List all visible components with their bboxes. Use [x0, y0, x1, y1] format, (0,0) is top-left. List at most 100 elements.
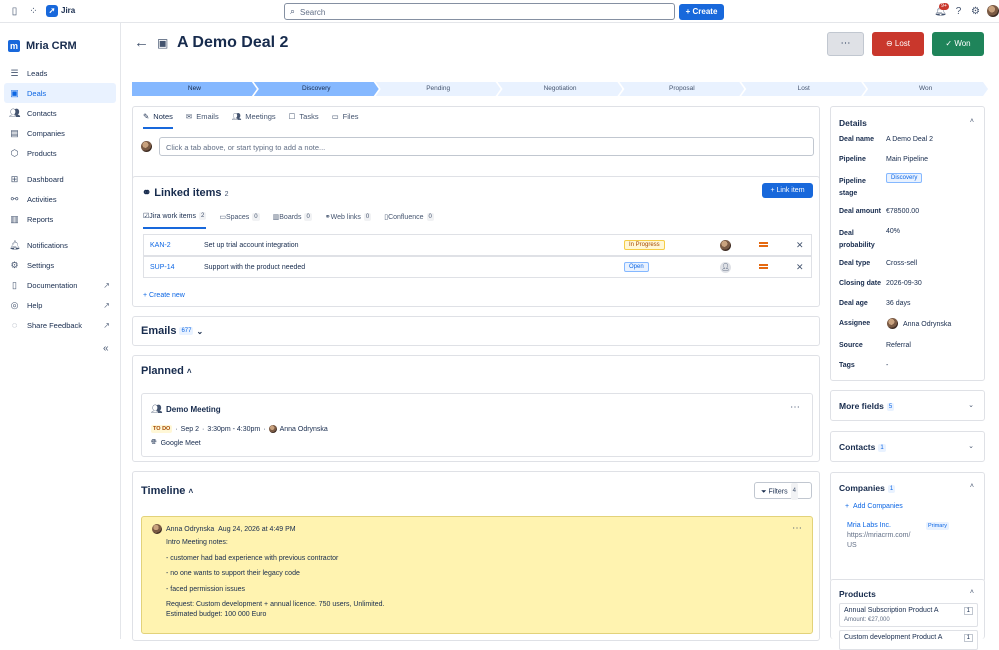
- create-button[interactable]: + Create: [679, 4, 724, 20]
- brand[interactable]: m Mria CRM: [8, 40, 77, 52]
- back-arrow-icon[interactable]: ←: [134, 34, 149, 51]
- more-actions-button[interactable]: ⋯: [827, 32, 864, 56]
- note-input[interactable]: Click a tab above, or start typing to ad…: [159, 137, 814, 156]
- won-button[interactable]: ✓ Won: [932, 32, 984, 56]
- table-row[interactable]: SUP-14 Support with the product needed O…: [143, 256, 812, 278]
- close-icon[interactable]: ✕: [796, 262, 804, 273]
- meeting-item[interactable]: 👥︎ Demo Meeting ⋯ TO DO · Sep 2 · 3:30pm -…: [141, 393, 813, 457]
- field-value[interactable]: -: [886, 362, 888, 369]
- chevron-down-icon[interactable]: ⌄: [197, 327, 204, 336]
- close-icon[interactable]: ✕: [796, 240, 804, 251]
- work-item-key[interactable]: SUP-14: [144, 264, 204, 271]
- filters-button[interactable]: ⏷ Filters 4: [754, 482, 812, 500]
- sidebar-item-label: Settings: [27, 260, 55, 270]
- avatar: [268, 425, 277, 433]
- stage-proposal[interactable]: Proposal: [619, 82, 744, 96]
- list-item[interactable]: Annual Subscription Product A Amount: €2…: [839, 603, 978, 627]
- field-label: Deal probability: [839, 230, 875, 249]
- create-new-link[interactable]: + Create new: [143, 292, 185, 299]
- tab-tasks[interactable]: ☐ Tasks: [289, 112, 319, 129]
- tab-jira-work-items[interactable]: ☑ Jira work items 2: [143, 212, 207, 229]
- field-value[interactable]: 36 days: [886, 300, 911, 307]
- planned-title: Planned: [141, 365, 184, 377]
- sidebar-item-help[interactable]: ◎ Help ↗: [4, 295, 116, 315]
- tab-notes[interactable]: ✎ Notes: [143, 112, 173, 129]
- sidebar-item-products[interactable]: ⬡ Products: [4, 143, 116, 163]
- stage-negotiation[interactable]: Negotiation: [498, 82, 623, 96]
- chevron-down-icon[interactable]: ⌄: [968, 401, 974, 409]
- field-value[interactable]: 40%: [886, 228, 900, 235]
- filters-label: Filters: [768, 488, 788, 496]
- field-label: Pipeline: [839, 156, 866, 163]
- sidebar-item-deals[interactable]: ▣ Deals: [4, 83, 116, 103]
- sidebar-item-dashboard[interactable]: ⊞ Dashboard: [4, 169, 116, 189]
- jira-logo-icon[interactable]: ➚: [46, 5, 58, 17]
- lost-button[interactable]: ⊖ Lost: [872, 32, 924, 56]
- timeline-note[interactable]: Anna Odrynska Aug 24, 2026 at 4:49 PM ⋯ …: [141, 516, 813, 634]
- sidebar-item-documentation[interactable]: ▯ Documentation ↗: [4, 275, 116, 295]
- field-value[interactable]: Anna Odrynska: [903, 321, 951, 328]
- sidebar-item-settings[interactable]: ⚙ Settings: [4, 255, 116, 275]
- chevron-up-icon[interactable]: ˄: [187, 367, 192, 376]
- emails-heading: Emails 677 ⌄: [141, 325, 203, 337]
- tab-files[interactable]: ▭ Files: [332, 112, 359, 129]
- sidebar-item-share-feedback[interactable]: ◌ Share Feedback ↗: [4, 315, 116, 335]
- app-switcher-icon[interactable]: ⁘: [27, 5, 40, 18]
- stage-badge[interactable]: Discovery: [886, 173, 923, 183]
- tab-meetings[interactable]: 👥︎ Meetings: [232, 112, 276, 129]
- table-row[interactable]: KAN-2 Set up trial account integration I…: [143, 234, 812, 256]
- chevron-up-icon[interactable]: ˄: [970, 589, 974, 596]
- stage-new[interactable]: New: [132, 82, 257, 96]
- stage-discovery[interactable]: Discovery: [254, 82, 379, 96]
- more-fields-panel[interactable]: More fields 5 ⌄: [830, 390, 985, 421]
- field-value[interactable]: Cross-sell: [886, 260, 917, 267]
- link-item-label: Link item: [776, 187, 805, 194]
- field-value[interactable]: €78500.00: [886, 208, 919, 215]
- company-name[interactable]: Mria Labs Inc.: [847, 522, 891, 529]
- more-icon[interactable]: ⋯: [792, 523, 802, 534]
- link-item-button[interactable]: + Link item: [762, 183, 813, 198]
- work-item-key[interactable]: KAN-2: [144, 242, 204, 249]
- avatar[interactable]: [987, 5, 999, 17]
- sidebar-item-reports[interactable]: ▥ Reports: [4, 209, 116, 229]
- field-value[interactable]: Main Pipeline: [886, 156, 928, 163]
- chevron-up-icon[interactable]: ˄: [189, 487, 194, 496]
- sidebar-item-contacts[interactable]: 👥︎ Contacts: [4, 103, 116, 123]
- company-url[interactable]: https://mriacrm.com/: [847, 532, 910, 539]
- stage-won[interactable]: Won: [863, 82, 988, 96]
- tab-count: 2: [198, 212, 207, 220]
- field-value[interactable]: Referral: [886, 342, 911, 349]
- tab-emails[interactable]: ✉ Emails: [186, 112, 219, 129]
- notification-badge: 9+: [939, 3, 949, 10]
- sidebar-item-companies[interactable]: ▤ Companies: [4, 123, 116, 143]
- work-item-summary: Support with the product needed: [204, 263, 306, 271]
- tab-count: 0: [304, 213, 312, 221]
- contacts-panel[interactable]: Contacts 1 ⌄: [830, 431, 985, 462]
- list-item[interactable]: Custom development Product A 1: [839, 630, 978, 650]
- field-value[interactable]: 2026-09-30: [886, 280, 922, 287]
- chevron-up-icon[interactable]: ˄: [970, 118, 974, 125]
- add-companies-button[interactable]: + Add Companies: [845, 503, 903, 510]
- gear-icon[interactable]: ⚙: [969, 5, 982, 18]
- collapse-sidebar-icon[interactable]: «: [103, 343, 109, 354]
- search-input[interactable]: ⌕ Search: [284, 3, 675, 20]
- linked-tabs: ☑ Jira work items 2 ▭ Spaces 0 ▥ Boards 0 ⚭…: [143, 212, 447, 229]
- stage-lost[interactable]: Lost: [741, 82, 866, 96]
- sidebar-item-notifications[interactable]: 🔔︎ Notifications: [4, 235, 116, 255]
- tab-spaces[interactable]: ▭ Spaces 0: [219, 212, 260, 229]
- help-icon[interactable]: ?: [952, 5, 965, 18]
- chevron-up-icon[interactable]: ˄: [970, 483, 974, 490]
- app-name[interactable]: Jira: [61, 6, 75, 15]
- chevron-down-icon[interactable]: ⌄: [968, 442, 974, 450]
- tab-boards[interactable]: ▥ Boards 0: [273, 212, 312, 229]
- sidebar-item-leads[interactable]: ☰ Leads: [4, 63, 116, 83]
- tab-web-links[interactable]: ⚭ Web links 0: [325, 212, 372, 229]
- stage-pending[interactable]: Pending: [376, 82, 501, 96]
- field-value[interactable]: A Demo Deal 2: [886, 136, 933, 143]
- more-icon[interactable]: ⋯: [790, 402, 800, 413]
- emails-card[interactable]: Emails 677 ⌄: [132, 316, 820, 346]
- sidebar-item-activities[interactable]: ⚯ Activities: [4, 189, 116, 209]
- tab-confluence[interactable]: ▯ Confluence 0: [384, 212, 434, 229]
- meeting-date: Sep 2: [180, 425, 199, 433]
- sidebar-toggle-icon[interactable]: ▯: [8, 5, 21, 18]
